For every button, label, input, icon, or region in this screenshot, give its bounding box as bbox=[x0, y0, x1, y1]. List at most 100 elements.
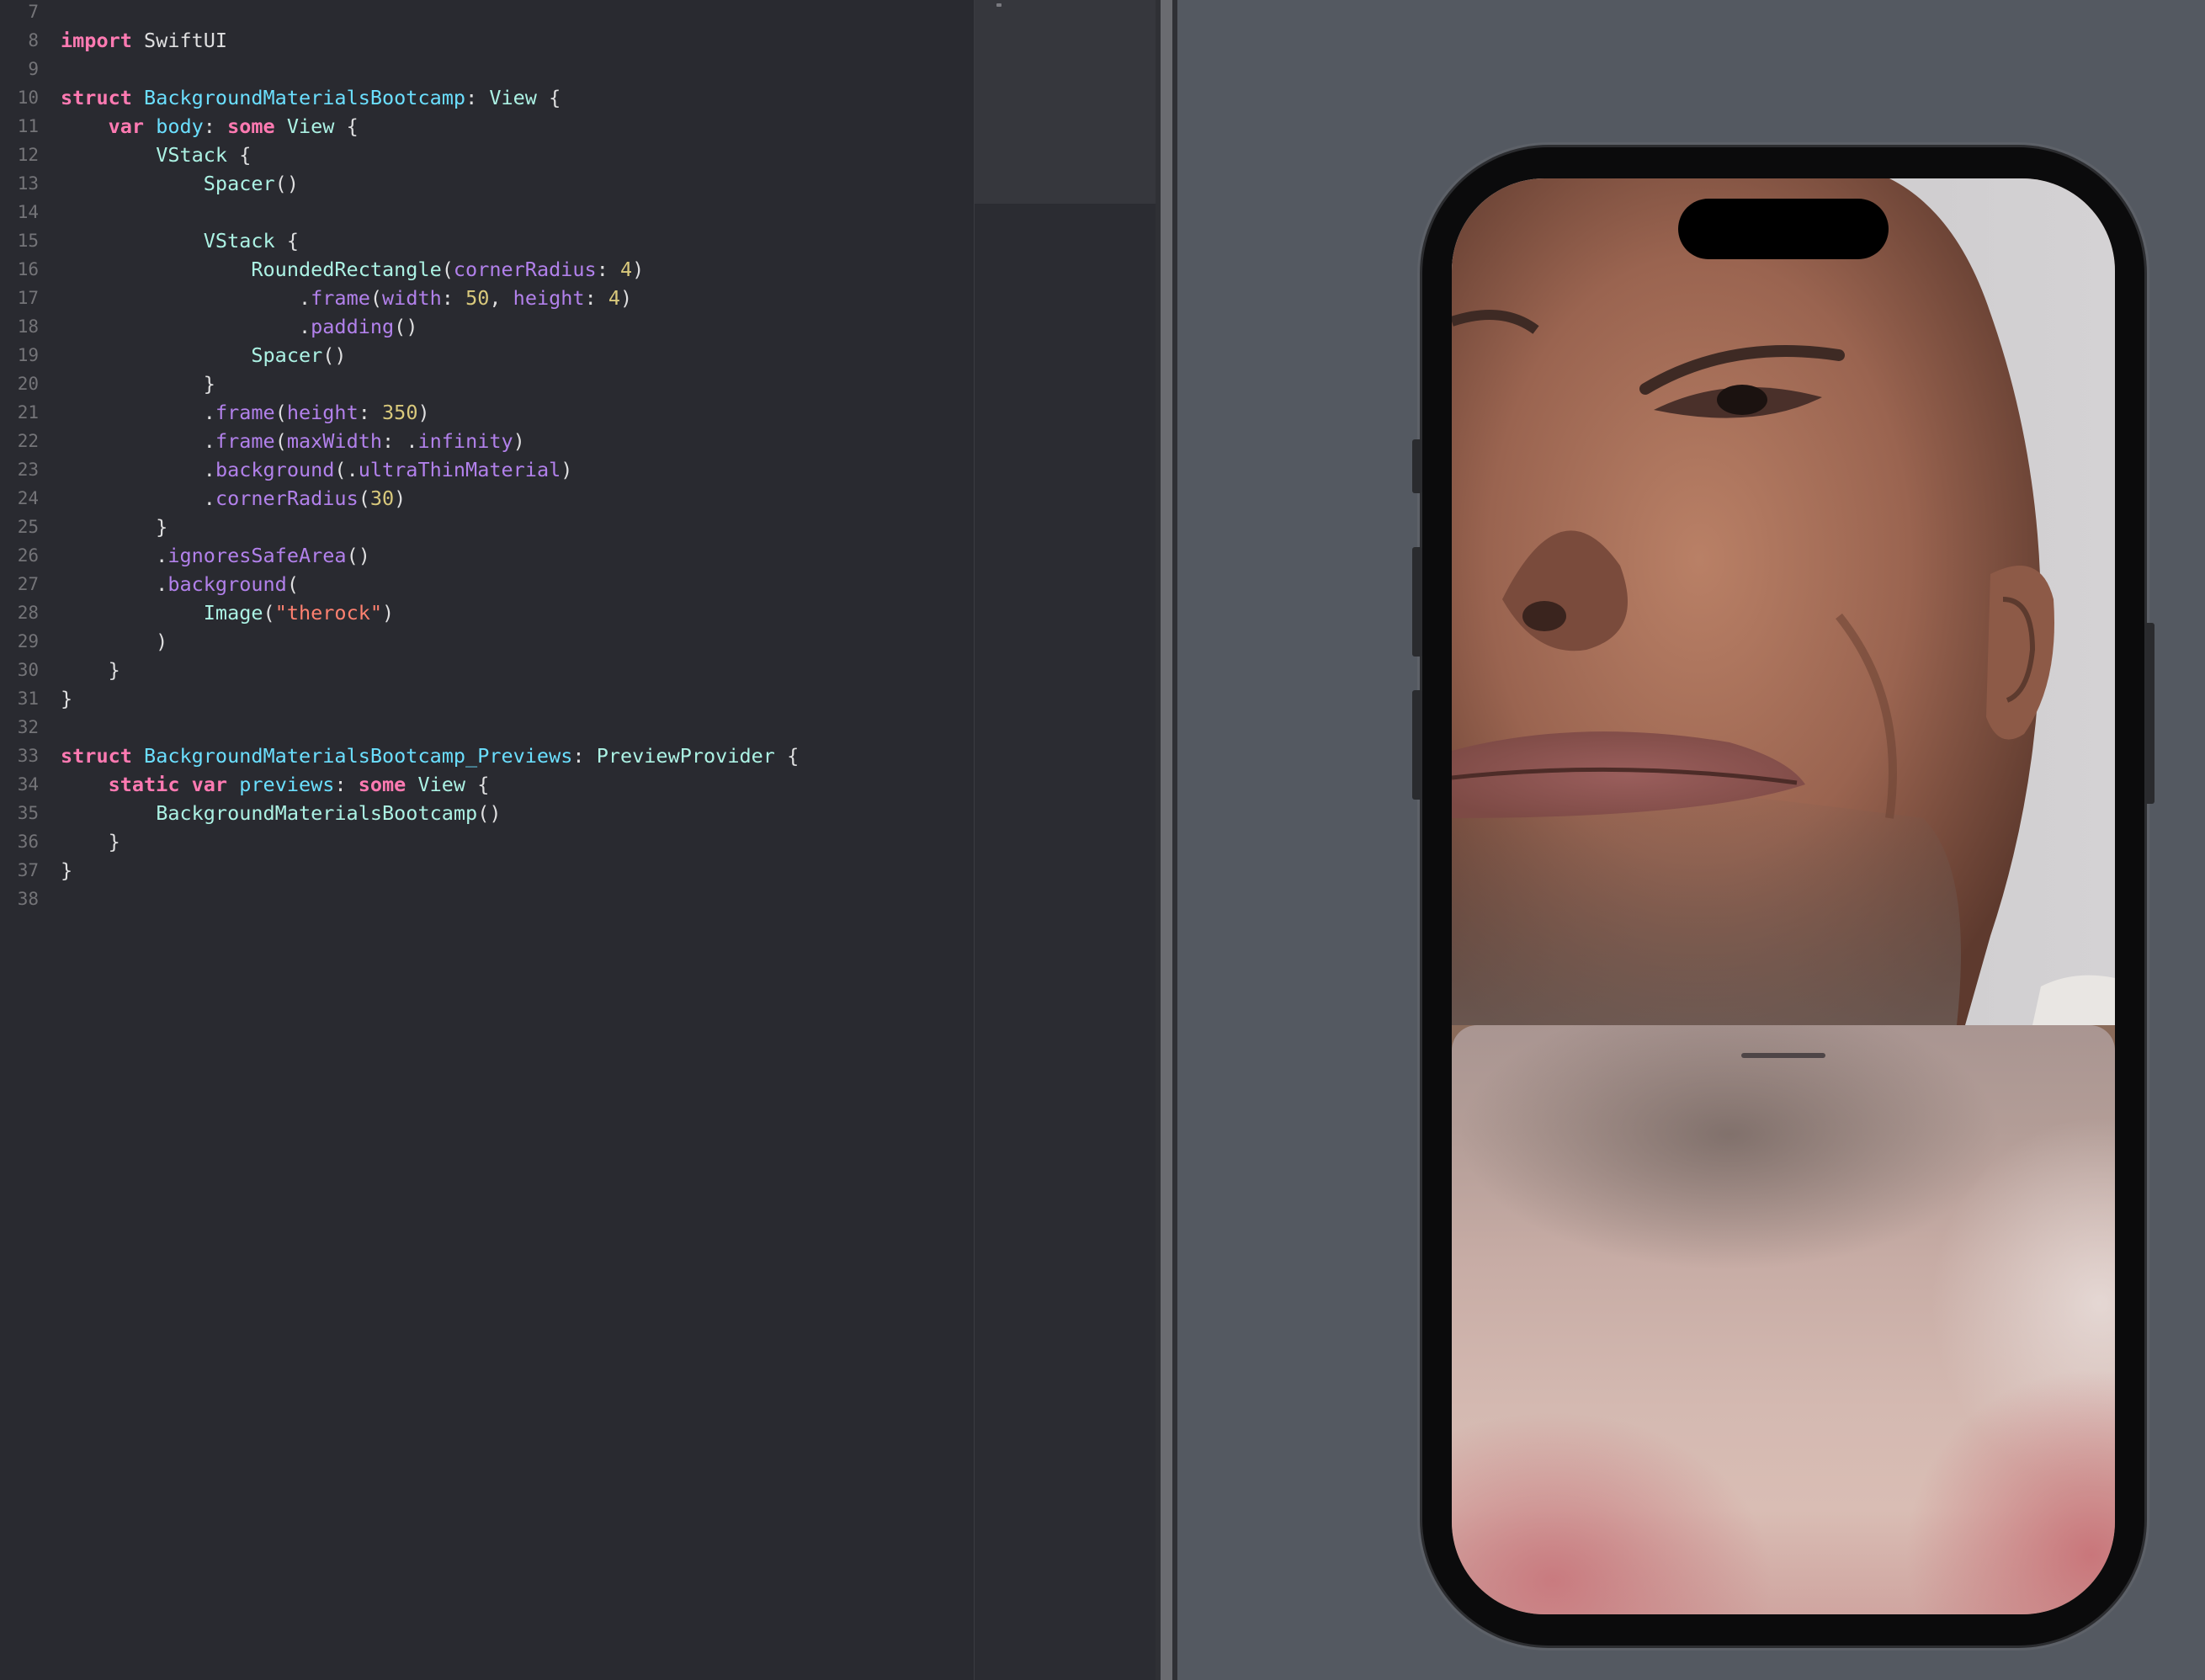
line-source[interactable]: var body: some View { bbox=[61, 112, 359, 141]
line-source[interactable]: .cornerRadius(30) bbox=[61, 484, 406, 513]
line-source[interactable]: .background(.ultraThinMaterial) bbox=[61, 455, 573, 484]
minimap-visible-region[interactable] bbox=[975, 0, 1156, 204]
code-token: some bbox=[358, 773, 406, 796]
code-line[interactable]: 15 VStack { bbox=[0, 226, 974, 255]
line-source[interactable]: VStack { bbox=[61, 226, 299, 255]
line-number: 16 bbox=[17, 259, 39, 279]
code-lines[interactable]: 7 8 import SwiftUI 9 10 struct BackgroundMate… bbox=[0, 0, 974, 913]
device-screen[interactable] bbox=[1452, 178, 2115, 1614]
code-line[interactable]: 35 BackgroundMaterialsBootcamp() bbox=[0, 799, 974, 827]
code-line[interactable]: 8 import SwiftUI bbox=[0, 26, 974, 55]
code-line[interactable]: 11 var body: some View { bbox=[0, 112, 974, 141]
code-line[interactable]: 30 } bbox=[0, 656, 974, 684]
code-token: . bbox=[61, 286, 311, 310]
code-token: . bbox=[61, 429, 215, 453]
code-line[interactable]: 25 } bbox=[0, 513, 974, 541]
code-token: () bbox=[322, 343, 347, 367]
code-line[interactable]: 29 ) bbox=[0, 627, 974, 656]
code-line[interactable]: 31} bbox=[0, 684, 974, 713]
line-number: 21 bbox=[17, 402, 39, 423]
line-source[interactable]: Spacer() bbox=[61, 341, 347, 369]
code-line[interactable]: 10 struct BackgroundMaterialsBootcamp: Vi… bbox=[0, 83, 974, 112]
code-line[interactable]: 18 .padding() bbox=[0, 312, 974, 341]
line-source[interactable]: } bbox=[61, 856, 72, 885]
code-line[interactable]: 26 .ignoresSafeArea() bbox=[0, 541, 974, 570]
code-line[interactable]: 17 .frame(width: 50, height: 4) bbox=[0, 284, 974, 312]
code-line[interactable]: 37} bbox=[0, 856, 974, 885]
code-token: ( bbox=[369, 286, 383, 310]
splitter-handle[interactable] bbox=[1161, 0, 1172, 1680]
code-line[interactable]: 20 } bbox=[0, 369, 974, 398]
line-source[interactable]: .frame(width: 50, height: 4) bbox=[61, 284, 632, 312]
code-line[interactable]: 16 RoundedRectangle(cornerRadius: 4) bbox=[0, 255, 974, 284]
minimap[interactable] bbox=[974, 0, 1156, 1680]
background-image-therock bbox=[1452, 178, 2115, 1025]
code-token: } bbox=[61, 859, 73, 882]
code-line[interactable]: 27 .background( bbox=[0, 570, 974, 598]
code-line[interactable]: 22 .frame(maxWidth: .infinity) bbox=[0, 427, 974, 455]
line-source[interactable]: BackgroundMaterialsBootcamp() bbox=[61, 799, 501, 827]
code-line[interactable]: 19 Spacer() bbox=[0, 341, 974, 369]
code-line[interactable]: 28 Image("therock") bbox=[0, 598, 974, 627]
code-line[interactable]: 36 } bbox=[0, 827, 974, 856]
code-token: ) bbox=[394, 486, 406, 510]
dynamic-island bbox=[1678, 199, 1889, 259]
line-source[interactable]: Spacer() bbox=[61, 169, 299, 198]
ultra-thin-material-sheet[interactable] bbox=[1452, 1025, 2115, 1614]
line-source[interactable]: .padding() bbox=[61, 312, 418, 341]
sheet-grabber-handle[interactable] bbox=[1741, 1053, 1825, 1058]
preview-canvas[interactable] bbox=[1177, 0, 2205, 1680]
line-source[interactable]: } bbox=[61, 656, 120, 684]
code-line[interactable]: 33 struct BackgroundMaterialsBootcamp_Pre… bbox=[0, 742, 974, 770]
editor-canvas-splitter[interactable] bbox=[1156, 0, 1177, 1680]
line-source[interactable]: .background( bbox=[61, 570, 299, 598]
line-source[interactable]: .frame(height: 350) bbox=[61, 398, 430, 427]
code-token: 350 bbox=[382, 401, 418, 424]
line-source[interactable]: } bbox=[61, 684, 72, 713]
line-source[interactable]: Image("therock") bbox=[61, 598, 394, 627]
code-token: } bbox=[61, 687, 73, 710]
code-line[interactable]: 14 bbox=[0, 198, 974, 226]
code-token: ( bbox=[274, 429, 287, 453]
line-source[interactable]: struct BackgroundMaterialsBootcamp_Previ… bbox=[61, 742, 799, 770]
line-source[interactable]: } bbox=[61, 369, 215, 398]
line-number: 36 bbox=[17, 832, 39, 852]
code-line[interactable]: 7 bbox=[0, 0, 974, 26]
line-number: 22 bbox=[17, 431, 39, 451]
code-token: ) bbox=[417, 401, 430, 424]
code-token: infinity bbox=[417, 429, 513, 453]
code-token: . bbox=[61, 315, 311, 338]
code-token: : bbox=[596, 258, 620, 281]
line-source[interactable]: } bbox=[61, 513, 167, 541]
line-source[interactable]: struct BackgroundMaterialsBootcamp: View… bbox=[61, 83, 561, 112]
code-line[interactable]: 38 bbox=[0, 885, 974, 913]
line-number: 37 bbox=[17, 860, 39, 880]
line-number: 26 bbox=[17, 545, 39, 566]
code-line[interactable]: 9 bbox=[0, 55, 974, 83]
code-line[interactable]: 23 .background(.ultraThinMaterial) bbox=[0, 455, 974, 484]
line-source[interactable]: VStack { bbox=[61, 141, 251, 169]
line-source[interactable]: static var previews: some View { bbox=[61, 770, 490, 799]
line-source[interactable]: import SwiftUI bbox=[61, 26, 227, 55]
code-token: padding bbox=[311, 315, 395, 338]
code-line[interactable]: 34 static var previews: some View { bbox=[0, 770, 974, 799]
code-line[interactable]: 12 VStack { bbox=[0, 141, 974, 169]
line-source[interactable]: .ignoresSafeArea() bbox=[61, 541, 370, 570]
line-source[interactable]: .frame(maxWidth: .infinity) bbox=[61, 427, 525, 455]
line-number: 10 bbox=[17, 88, 39, 108]
line-number: 34 bbox=[17, 774, 39, 795]
line-source[interactable]: RoundedRectangle(cornerRadius: 4) bbox=[61, 255, 644, 284]
line-source[interactable]: ) bbox=[61, 627, 167, 656]
code-line[interactable]: 21 .frame(height: 350) bbox=[0, 398, 974, 427]
code-line[interactable]: 32 bbox=[0, 713, 974, 742]
code-line[interactable]: 24 .cornerRadius(30) bbox=[0, 484, 974, 513]
code-editor[interactable]: 7 8 import SwiftUI 9 10 struct BackgroundMate… bbox=[0, 0, 974, 1680]
code-line[interactable]: 13 Spacer() bbox=[0, 169, 974, 198]
line-source[interactable]: } bbox=[61, 827, 120, 856]
